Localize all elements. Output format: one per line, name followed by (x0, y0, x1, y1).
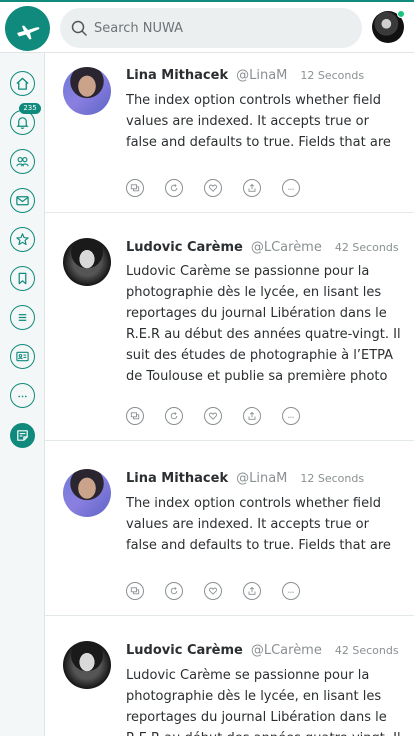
like-icon[interactable] (204, 179, 222, 197)
like-icon[interactable] (204, 582, 222, 600)
bookmark-icon[interactable] (10, 266, 35, 291)
post-author-avatar[interactable] (63, 641, 111, 689)
post-actions (126, 407, 321, 425)
post-actions (126, 582, 321, 600)
post-timestamp: 42 Seconds (334, 241, 399, 254)
comment-icon[interactable] (126, 407, 144, 425)
post-author-name[interactable]: Ludovic Carème (126, 240, 243, 255)
airplane-logo-icon (16, 25, 39, 39)
more-options-icon[interactable] (282, 582, 300, 600)
compose-icon[interactable] (10, 423, 35, 448)
post-card[interactable]: Ludovic Carème @LCarème 42 Seconds Ludov… (45, 616, 414, 736)
post-author-handle[interactable]: @LinaM (236, 68, 287, 83)
post-body: The index option controls whether field … (126, 496, 391, 553)
search-input[interactable] (94, 20, 334, 36)
sidebar: 235 (0, 53, 45, 736)
post-actions (126, 179, 321, 197)
repost-icon[interactable] (165, 407, 183, 425)
post-header: Lina Mithacek @LinaM 12 Seconds (126, 471, 364, 486)
post-author-name[interactable]: Lina Mithacek (126, 68, 228, 83)
post-header: Ludovic Carème @LCarème 42 Seconds (126, 240, 399, 255)
post-author-name[interactable]: Ludovic Carème (126, 643, 243, 658)
post-card[interactable]: Lina Mithacek @LinaM 12 Seconds The inde… (45, 441, 414, 616)
post-author-handle[interactable]: @LinaM (236, 471, 287, 486)
repost-icon[interactable] (165, 179, 183, 197)
more-icon[interactable] (10, 383, 35, 408)
more-options-icon[interactable] (282, 407, 300, 425)
post-card[interactable]: Ludovic Carème @LCarème 42 Seconds Ludov… (45, 213, 414, 441)
app: 235 (0, 0, 414, 736)
list-icon[interactable] (10, 305, 35, 330)
post-card[interactable]: Lina Mithacek @LinaM 12 Seconds The inde… (45, 53, 414, 213)
post-body: Ludovic Carème se passionne pour la phot… (126, 264, 401, 384)
notification-badge: 235 (19, 103, 41, 114)
post-author-avatar[interactable] (63, 67, 111, 115)
share-icon[interactable] (243, 179, 261, 197)
home-icon[interactable] (10, 71, 35, 96)
more-options-icon[interactable] (282, 179, 300, 197)
search-bar[interactable] (60, 8, 362, 48)
star-icon[interactable] (10, 227, 35, 252)
search-icon (71, 20, 87, 36)
post-author-avatar[interactable] (63, 469, 111, 517)
post-body: The index option controls whether field … (126, 93, 391, 150)
post-author-handle[interactable]: @LCarème (251, 240, 322, 255)
nuwa-logo[interactable] (5, 6, 50, 51)
top-bar (0, 0, 414, 53)
comment-icon[interactable] (126, 179, 144, 197)
like-icon[interactable] (204, 407, 222, 425)
post-author-avatar[interactable] (63, 238, 111, 286)
comment-icon[interactable] (126, 582, 144, 600)
post-header: Lina Mithacek @LinaM 12 Seconds (126, 68, 364, 83)
share-icon[interactable] (243, 582, 261, 600)
post-body: Ludovic Carème se passionne pour la phot… (126, 668, 401, 736)
people-icon[interactable] (10, 149, 35, 174)
post-timestamp: 12 Seconds (300, 69, 365, 82)
mail-icon[interactable] (10, 188, 35, 213)
post-author-name[interactable]: Lina Mithacek (126, 471, 228, 486)
post-timestamp: 42 Seconds (334, 644, 399, 657)
repost-icon[interactable] (165, 582, 183, 600)
post-author-handle[interactable]: @LCarème (251, 643, 322, 658)
online-status-dot (397, 10, 405, 18)
share-icon[interactable] (243, 407, 261, 425)
feed: Lina Mithacek @LinaM 12 Seconds The inde… (45, 53, 414, 736)
post-timestamp: 12 Seconds (300, 472, 365, 485)
post-header: Ludovic Carème @LCarème 42 Seconds (126, 643, 399, 658)
id-card-icon[interactable] (10, 344, 35, 369)
